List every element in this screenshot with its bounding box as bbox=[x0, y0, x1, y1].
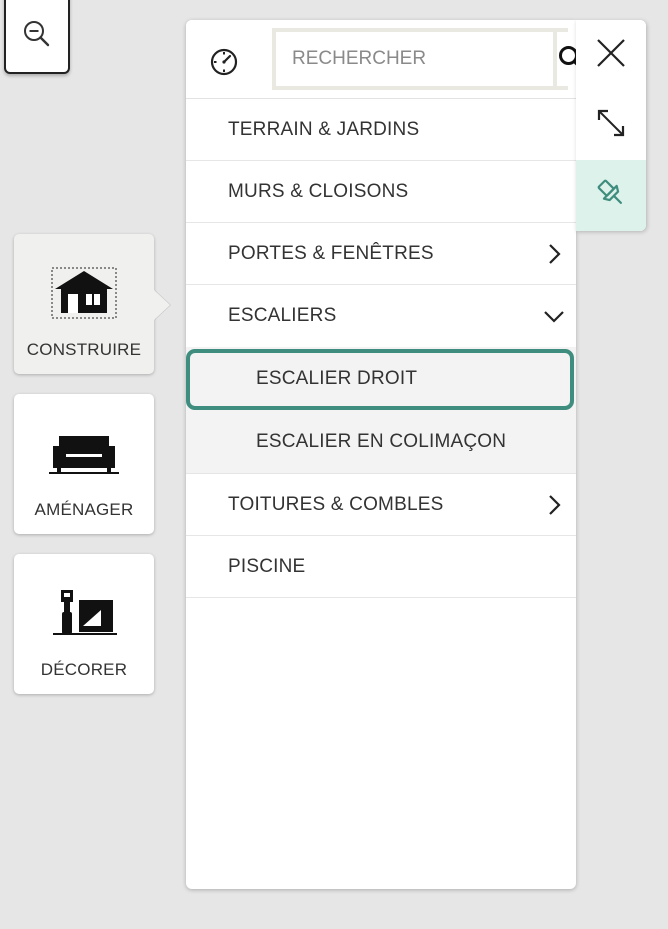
menu-item-label: TERRAIN & JARDINS bbox=[228, 118, 420, 140]
menu-item-label: MURS & CLOISONS bbox=[228, 180, 409, 202]
category-label: CONSTRUIRE bbox=[26, 340, 142, 359]
search-button[interactable] bbox=[557, 32, 576, 86]
zoom-out-icon bbox=[22, 19, 52, 54]
sofa-icon bbox=[49, 426, 119, 480]
paint-roller-icon bbox=[49, 586, 119, 640]
active-category-pointer bbox=[154, 290, 170, 320]
menu-item-label: ESCALIERS bbox=[228, 305, 337, 326]
timer-icon[interactable] bbox=[208, 46, 240, 78]
category-decorer[interactable]: DÉCORER bbox=[14, 554, 154, 694]
submenu-item-label: ESCALIER EN COLIMAÇON bbox=[256, 430, 507, 452]
house-icon bbox=[51, 266, 117, 320]
search-input[interactable] bbox=[276, 32, 553, 86]
menu-item-toitures-combles[interactable]: TOITURES & COMBLES bbox=[186, 474, 576, 536]
submenu-item-label: ESCALIER DROIT bbox=[256, 367, 418, 389]
zoom-out-button[interactable] bbox=[4, 0, 70, 74]
close-icon bbox=[595, 37, 627, 74]
pin-icon bbox=[595, 177, 627, 214]
panel-header bbox=[186, 20, 576, 99]
catalog-panel: TERRAIN & JARDINS MURS & CLOISONS PORTES… bbox=[186, 20, 576, 889]
expand-button[interactable] bbox=[576, 90, 646, 160]
menu-item-piscine[interactable]: PISCINE bbox=[186, 536, 576, 598]
submenu-item-escalier-colimacon[interactable]: ESCALIER EN COLIMAÇON bbox=[186, 410, 576, 473]
chevron-right-icon bbox=[542, 242, 566, 266]
menu-item-terrain-jardins[interactable]: TERRAIN & JARDINS bbox=[186, 99, 576, 161]
menu-item-murs-cloisons[interactable]: MURS & CLOISONS bbox=[186, 161, 576, 223]
search-box bbox=[272, 28, 576, 90]
submenu-escaliers: ESCALIER DROIT ESCALIER EN COLIMAÇON bbox=[186, 347, 576, 474]
category-label: AMÉNAGER bbox=[34, 500, 134, 519]
submenu-item-escalier-droit[interactable]: ESCALIER DROIT bbox=[186, 347, 576, 410]
category-construire[interactable]: CONSTRUIRE bbox=[14, 234, 154, 374]
category-amenager[interactable]: AMÉNAGER bbox=[14, 394, 154, 534]
menu-item-label: TOITURES & COMBLES bbox=[228, 493, 444, 515]
menu-item-label: PISCINE bbox=[228, 555, 306, 577]
close-button[interactable] bbox=[576, 20, 646, 90]
menu-item-portes-fenetres[interactable]: PORTES & FENÊTRES bbox=[186, 223, 576, 285]
chevron-right-icon bbox=[542, 493, 566, 517]
menu-item-escaliers[interactable]: ESCALIERS bbox=[186, 285, 576, 347]
panel-toolbar bbox=[576, 20, 646, 231]
category-label: DÉCORER bbox=[40, 660, 128, 679]
chevron-down-icon bbox=[542, 304, 566, 328]
expand-icon bbox=[595, 107, 627, 144]
search-icon bbox=[557, 44, 576, 75]
menu-item-label: PORTES & FENÊTRES bbox=[228, 242, 434, 264]
pin-button[interactable] bbox=[576, 160, 646, 231]
